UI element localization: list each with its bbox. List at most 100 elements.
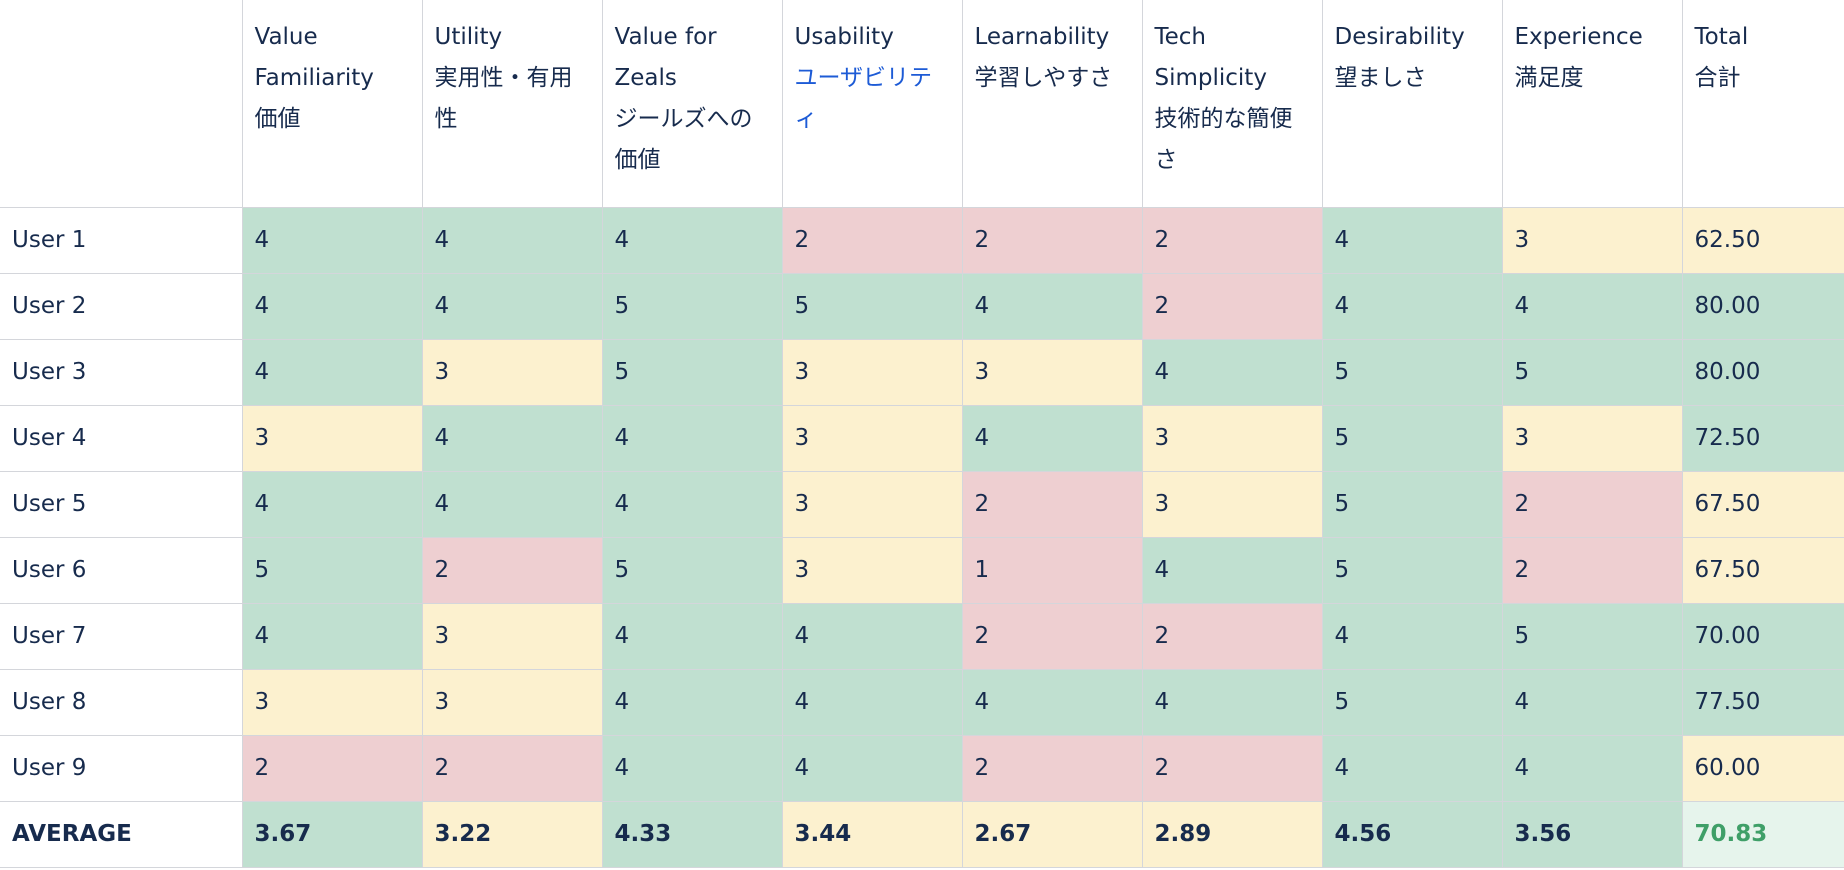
score-cell: 3 [421, 668, 603, 736]
score-cell: 4 [1321, 734, 1503, 802]
row-label: User 3 [0, 338, 243, 406]
table-row: User 8 3 3 4 4 4 4 5 4 77.50 [0, 668, 1844, 736]
score-cell: 5 [1501, 338, 1683, 406]
average-score-cell: 4.56 [1321, 800, 1503, 868]
table-row: User 3 4 3 5 3 3 4 5 5 80.00 [0, 338, 1844, 406]
score-cell: 2 [961, 206, 1143, 274]
table-row: User 7 4 3 4 4 2 2 4 5 70.00 [0, 602, 1844, 670]
score-cell: 5 [781, 272, 963, 340]
score-cell: 4 [601, 404, 783, 472]
score-cell: 5 [1321, 404, 1503, 472]
total-score-cell: 77.50 [1681, 668, 1844, 736]
column-header-ja-label: 望ましさ [1334, 65, 1427, 91]
column-header-ja-label: ジールズへの価値 [614, 106, 753, 173]
score-cell: 2 [421, 734, 603, 802]
score-cell: 3 [241, 668, 423, 736]
total-score-cell: 67.50 [1681, 536, 1844, 604]
column-header-ja-label: 技術的な簡便さ [1154, 106, 1293, 173]
score-cell: 4 [1321, 272, 1503, 340]
column-header-ja-link[interactable]: ユーザビリティ [795, 58, 950, 140]
column-header-en-label: Usability [794, 24, 894, 50]
table-row: User 4 3 4 4 3 4 3 5 3 72.50 [0, 404, 1844, 472]
average-score-cell: 2.67 [961, 800, 1143, 868]
score-cell: 3 [1501, 206, 1683, 274]
average-score-cell: 3.56 [1501, 800, 1683, 868]
score-cell: 2 [961, 734, 1143, 802]
score-cell: 2 [1501, 536, 1683, 604]
score-cell: 4 [421, 272, 603, 340]
total-score-cell: 80.00 [1681, 272, 1844, 340]
column-header-en-label: Learnability [974, 24, 1110, 50]
score-cell: 3 [781, 470, 963, 538]
column-header-ja-label: 満足度 [1514, 65, 1584, 91]
score-cell: 2 [781, 206, 963, 274]
column-header-value-familiarity: Value Familiarity 価値 [241, 0, 423, 208]
score-cell: 4 [1321, 602, 1503, 670]
score-cell: 3 [1501, 404, 1683, 472]
column-header-value-for-zeals: Value for Zeals ジールズへの価値 [601, 0, 783, 208]
score-cell: 2 [1141, 734, 1323, 802]
score-cell: 5 [241, 536, 423, 604]
column-header-en-label: Tech Simplicity [1154, 24, 1267, 91]
column-header-learnability: Learnability 学習しやすさ [961, 0, 1143, 208]
column-header-ja-label: 合計 [1694, 65, 1741, 91]
row-label: User 9 [0, 734, 243, 802]
row-label: User 6 [0, 536, 243, 604]
score-cell: 4 [241, 206, 423, 274]
score-cell: 4 [961, 404, 1143, 472]
average-score-cell: 2.89 [1141, 800, 1323, 868]
score-cell: 3 [781, 338, 963, 406]
column-header-en-label: Value for Zeals [614, 24, 717, 91]
score-cell: 4 [961, 272, 1143, 340]
average-score-cell: 3.44 [781, 800, 963, 868]
average-row: AVERAGE 3.67 3.22 4.33 3.44 2.67 2.89 4.56 3.56… [0, 800, 1844, 868]
total-score-cell: 60.00 [1681, 734, 1844, 802]
average-label: AVERAGE [0, 800, 243, 868]
score-cell: 4 [1141, 536, 1323, 604]
score-cell: 3 [781, 536, 963, 604]
score-cell: 2 [241, 734, 423, 802]
score-cell: 4 [781, 602, 963, 670]
column-header-utility: Utility 実用性・有用性 [421, 0, 603, 208]
row-label: User 1 [0, 206, 243, 274]
row-label: User 2 [0, 272, 243, 340]
score-cell: 4 [601, 602, 783, 670]
total-score-cell: 62.50 [1681, 206, 1844, 274]
score-cell: 4 [961, 668, 1143, 736]
score-cell: 4 [601, 668, 783, 736]
score-cell: 3 [421, 338, 603, 406]
column-header-ja-label: 実用性・有用性 [434, 65, 573, 132]
score-cell: 2 [421, 536, 603, 604]
table-row: User 9 2 2 4 4 2 2 4 4 60.00 [0, 734, 1844, 802]
header-row: Value Familiarity 価値 Utility 実用性・有用性 Value f… [0, 0, 1844, 208]
table-row: User 2 4 4 5 5 4 2 4 4 80.00 [0, 272, 1844, 340]
score-cell: 5 [601, 536, 783, 604]
score-cell: 4 [241, 338, 423, 406]
table-row: User 5 4 4 4 3 2 3 5 2 67.50 [0, 470, 1844, 538]
total-score-cell: 80.00 [1681, 338, 1844, 406]
column-header-en-label: Utility [434, 24, 503, 50]
score-cell: 4 [781, 734, 963, 802]
score-cell: 5 [1321, 536, 1503, 604]
score-cell: 4 [1141, 668, 1323, 736]
corner-header-cell [0, 0, 243, 208]
score-cell: 4 [421, 206, 603, 274]
score-cell: 4 [1321, 206, 1503, 274]
score-cell: 5 [1321, 668, 1503, 736]
score-cell: 2 [1141, 206, 1323, 274]
score-cell: 3 [241, 404, 423, 472]
score-cell: 4 [421, 404, 603, 472]
score-cell: 3 [961, 338, 1143, 406]
column-header-en-label: Desirability [1334, 24, 1465, 50]
score-cell: 5 [601, 272, 783, 340]
score-cell: 4 [241, 470, 423, 538]
score-cell: 4 [1501, 668, 1683, 736]
total-score-cell: 72.50 [1681, 404, 1844, 472]
score-cell: 2 [961, 470, 1143, 538]
score-cell: 4 [241, 602, 423, 670]
total-score-cell: 70.00 [1681, 602, 1844, 670]
score-cell: 2 [1141, 602, 1323, 670]
score-cell: 3 [781, 404, 963, 472]
column-header-en-label: Experience [1514, 24, 1643, 50]
score-cell: 5 [1321, 338, 1503, 406]
